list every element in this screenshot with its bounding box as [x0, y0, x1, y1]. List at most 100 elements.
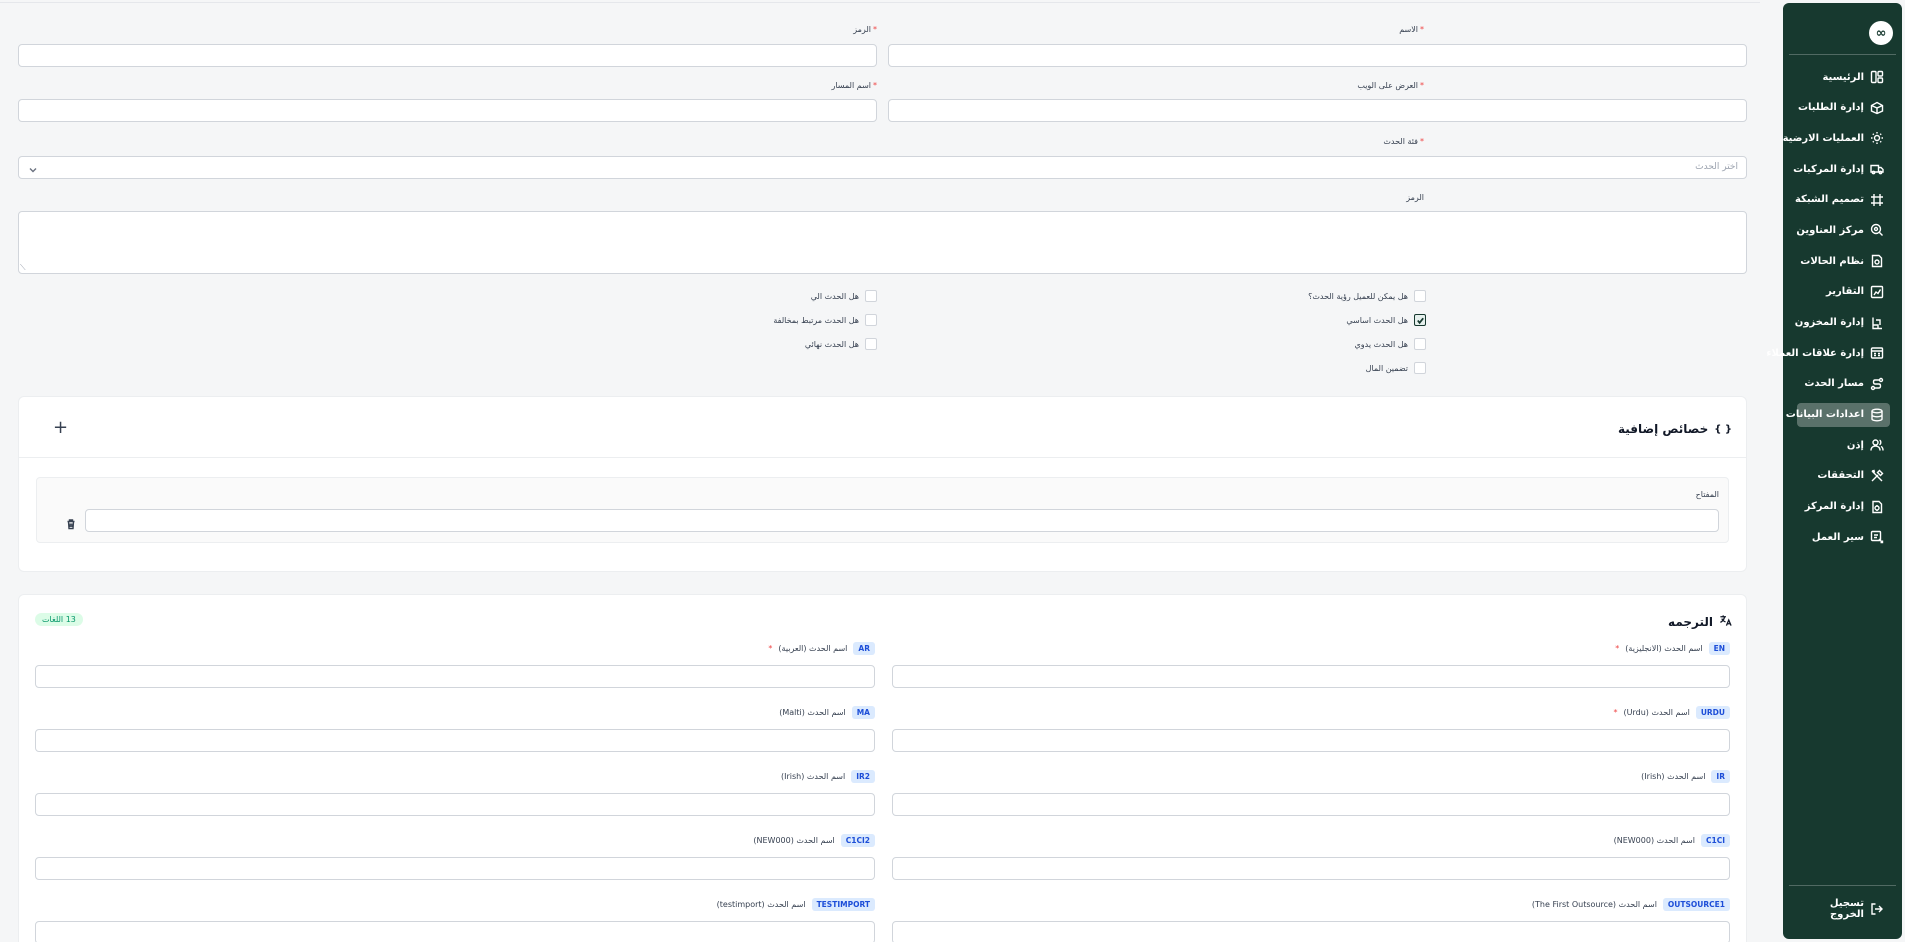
required-mark: *: [1420, 81, 1424, 90]
sidebar-nav: الرئيسية إدارة الطلبات العمليات الارضية …: [1766, 65, 1902, 556]
languages-count-badge: 13 اللغات: [35, 613, 83, 626]
translation-input-ar[interactable]: [35, 665, 875, 688]
sidebar-item-inventory[interactable]: إدارة المخزون: [1795, 311, 1890, 335]
chart-icon: [1870, 285, 1884, 299]
translation-card: الترجمه 13 اللغات EN اسم الحدث (الانجليز…: [18, 594, 1747, 942]
translation-input-testimport[interactable]: [35, 921, 875, 942]
sidebar-item-reports[interactable]: التقارير: [1797, 280, 1890, 304]
translation-input-ma[interactable]: [35, 729, 875, 752]
code-label-text: الرمز: [853, 25, 871, 34]
code-area-label: الرمز: [1406, 193, 1424, 202]
code-input[interactable]: [18, 44, 877, 67]
route-icon: [1870, 377, 1884, 391]
checkbox-client-visible[interactable]: هل يمكن للعميل رؤية الحدث؟: [1308, 290, 1426, 302]
translate-icon: [1719, 614, 1732, 630]
sidebar-item-orders[interactable]: إدارة الطلبات: [1797, 96, 1890, 120]
layout-icon: [1870, 70, 1884, 84]
translation-input-urdu[interactable]: [892, 729, 1730, 752]
sidebar-item-permission[interactable]: إذن: [1797, 433, 1890, 457]
checkbox-is-basic[interactable]: هل الحدث اساسي: [1346, 314, 1426, 326]
sidebar-item-workflow[interactable]: سير العمل: [1797, 525, 1890, 549]
sidebar-item-validations[interactable]: التحققات: [1797, 464, 1890, 488]
main-content: *الاسم *الرمز *العرض على الويب *اسم المس…: [0, 0, 1760, 942]
checkbox-box[interactable]: [865, 290, 877, 302]
lang-code-badge: EN: [1708, 642, 1730, 655]
event-category-label: *فئة الحدث: [1383, 137, 1424, 146]
translation-field-label: اسم الحدث (NEW000): [753, 836, 835, 845]
translation-title-text: الترجمه: [1668, 615, 1713, 629]
lang-code-badge: AR: [853, 642, 875, 655]
sidebar-item-label: التقارير: [1826, 286, 1864, 298]
checkbox-box-checked[interactable]: [1414, 314, 1426, 326]
checkbox-is-final[interactable]: هل الحدث نهائي: [805, 338, 877, 350]
key-input[interactable]: [85, 509, 1719, 532]
checkbox-box[interactable]: [1414, 290, 1426, 302]
sidebar-item-status-system[interactable]: نظام الحالات: [1797, 249, 1890, 273]
trash-icon[interactable]: [65, 515, 77, 530]
sidebar-item-ground-ops[interactable]: العمليات الارضية: [1783, 126, 1890, 150]
translation-field-label: اسم الحدث (testimport): [716, 900, 806, 909]
property-row: المفتاح: [36, 477, 1729, 543]
translation-input-ir[interactable]: [892, 793, 1730, 816]
sidebar-item-home[interactable]: الرئيسية: [1797, 65, 1890, 89]
card-divider: [19, 457, 1746, 458]
checkbox-is-automatic[interactable]: هل الحدث الي: [811, 290, 877, 302]
translation-input-outsource1[interactable]: [892, 921, 1730, 942]
sidebar-item-crm[interactable]: إدارة علاقات العملاء: [1766, 341, 1890, 365]
translation-input-c1ci2[interactable]: [35, 857, 875, 880]
truck-icon: [1870, 162, 1884, 176]
logout-icon: [1870, 902, 1884, 916]
sidebar-item-address-center[interactable]: مركز العناوين: [1796, 218, 1890, 242]
required-mark: *: [1420, 137, 1424, 146]
path-name-label: *اسم المسار: [831, 81, 877, 90]
lang-code-badge: MA: [851, 706, 875, 719]
lang-code-badge: TESTIMPORT: [811, 898, 875, 911]
web-display-input[interactable]: [888, 99, 1747, 122]
sidebar-item-vehicles[interactable]: إدارة المركبات: [1793, 157, 1890, 181]
chevron-down-icon: [27, 161, 39, 173]
checkbox-box[interactable]: [1414, 362, 1426, 374]
sidebar-item-network-design[interactable]: تصميم الشبكة: [1795, 188, 1890, 212]
required-mark: *: [1613, 708, 1618, 717]
add-property-button[interactable]: +: [53, 419, 68, 437]
extra-properties-card: { } خصائص إضافية + المفتاح: [18, 396, 1747, 572]
logo-icon[interactable]: ∞: [1869, 21, 1893, 45]
network-icon: [1870, 193, 1884, 207]
code-textarea[interactable]: ⟋: [18, 211, 1747, 274]
check-icon: [1416, 317, 1424, 324]
translation-input-ir2[interactable]: [35, 793, 875, 816]
checkbox-violation-linked[interactable]: هل الحدث مرتبط بمخالفة: [773, 314, 877, 326]
translation-label-ma: MA اسم الحدث (Malti): [779, 706, 875, 719]
sidebar-item-label: نظام الحالات: [1800, 255, 1864, 267]
lang-code-badge: C1CI: [1700, 834, 1730, 847]
sidebar-item-event-route[interactable]: مسار الحدث: [1797, 372, 1890, 396]
checkbox-box[interactable]: [865, 314, 877, 326]
translation-field-label: اسم الحدث (NEW000): [1613, 836, 1695, 845]
sidebar-item-data-settings[interactable]: اعدادات البيانات: [1786, 402, 1890, 427]
sidebar: ∞ الرئيسية إدارة الطلبات العمليات الارضي…: [1766, 3, 1902, 939]
checkbox-box[interactable]: [865, 338, 877, 350]
translation-input-c1ci[interactable]: [892, 857, 1730, 880]
logout-button[interactable]: تسجيل الخروج: [1797, 898, 1890, 920]
path-name-input[interactable]: [18, 99, 877, 122]
checkbox-box[interactable]: [1414, 338, 1426, 350]
event-category-label-text: فئة الحدث: [1383, 137, 1418, 146]
event-category-select[interactable]: اختر الحدث: [18, 156, 1747, 179]
users-icon: [1870, 438, 1884, 452]
lang-code-badge: OUTSOURCE1: [1662, 898, 1730, 911]
translation-field-label: اسم الحدث (العربية): [778, 644, 848, 653]
sidebar-item-label: مسار الحدث: [1804, 378, 1864, 390]
name-input[interactable]: [888, 44, 1747, 67]
translation-input-en[interactable]: [892, 665, 1730, 688]
lang-code-badge: IR2: [851, 770, 875, 783]
braces-icon: { }: [1714, 423, 1732, 435]
sidebar-item-label: العمليات الارضية: [1782, 132, 1864, 144]
crm-icon: [1870, 346, 1884, 360]
tools-icon: [1870, 469, 1884, 483]
web-display-label: *العرض على الويب: [1357, 81, 1424, 90]
checkbox-include-money[interactable]: تضمين المال: [1366, 362, 1426, 374]
checkbox-is-manual[interactable]: هل الحدث يدوي: [1355, 338, 1426, 350]
required-mark: *: [1615, 644, 1620, 653]
resize-handle-icon[interactable]: ⟋: [20, 264, 26, 272]
sidebar-item-center-management[interactable]: إدارة المركز: [1797, 495, 1890, 519]
